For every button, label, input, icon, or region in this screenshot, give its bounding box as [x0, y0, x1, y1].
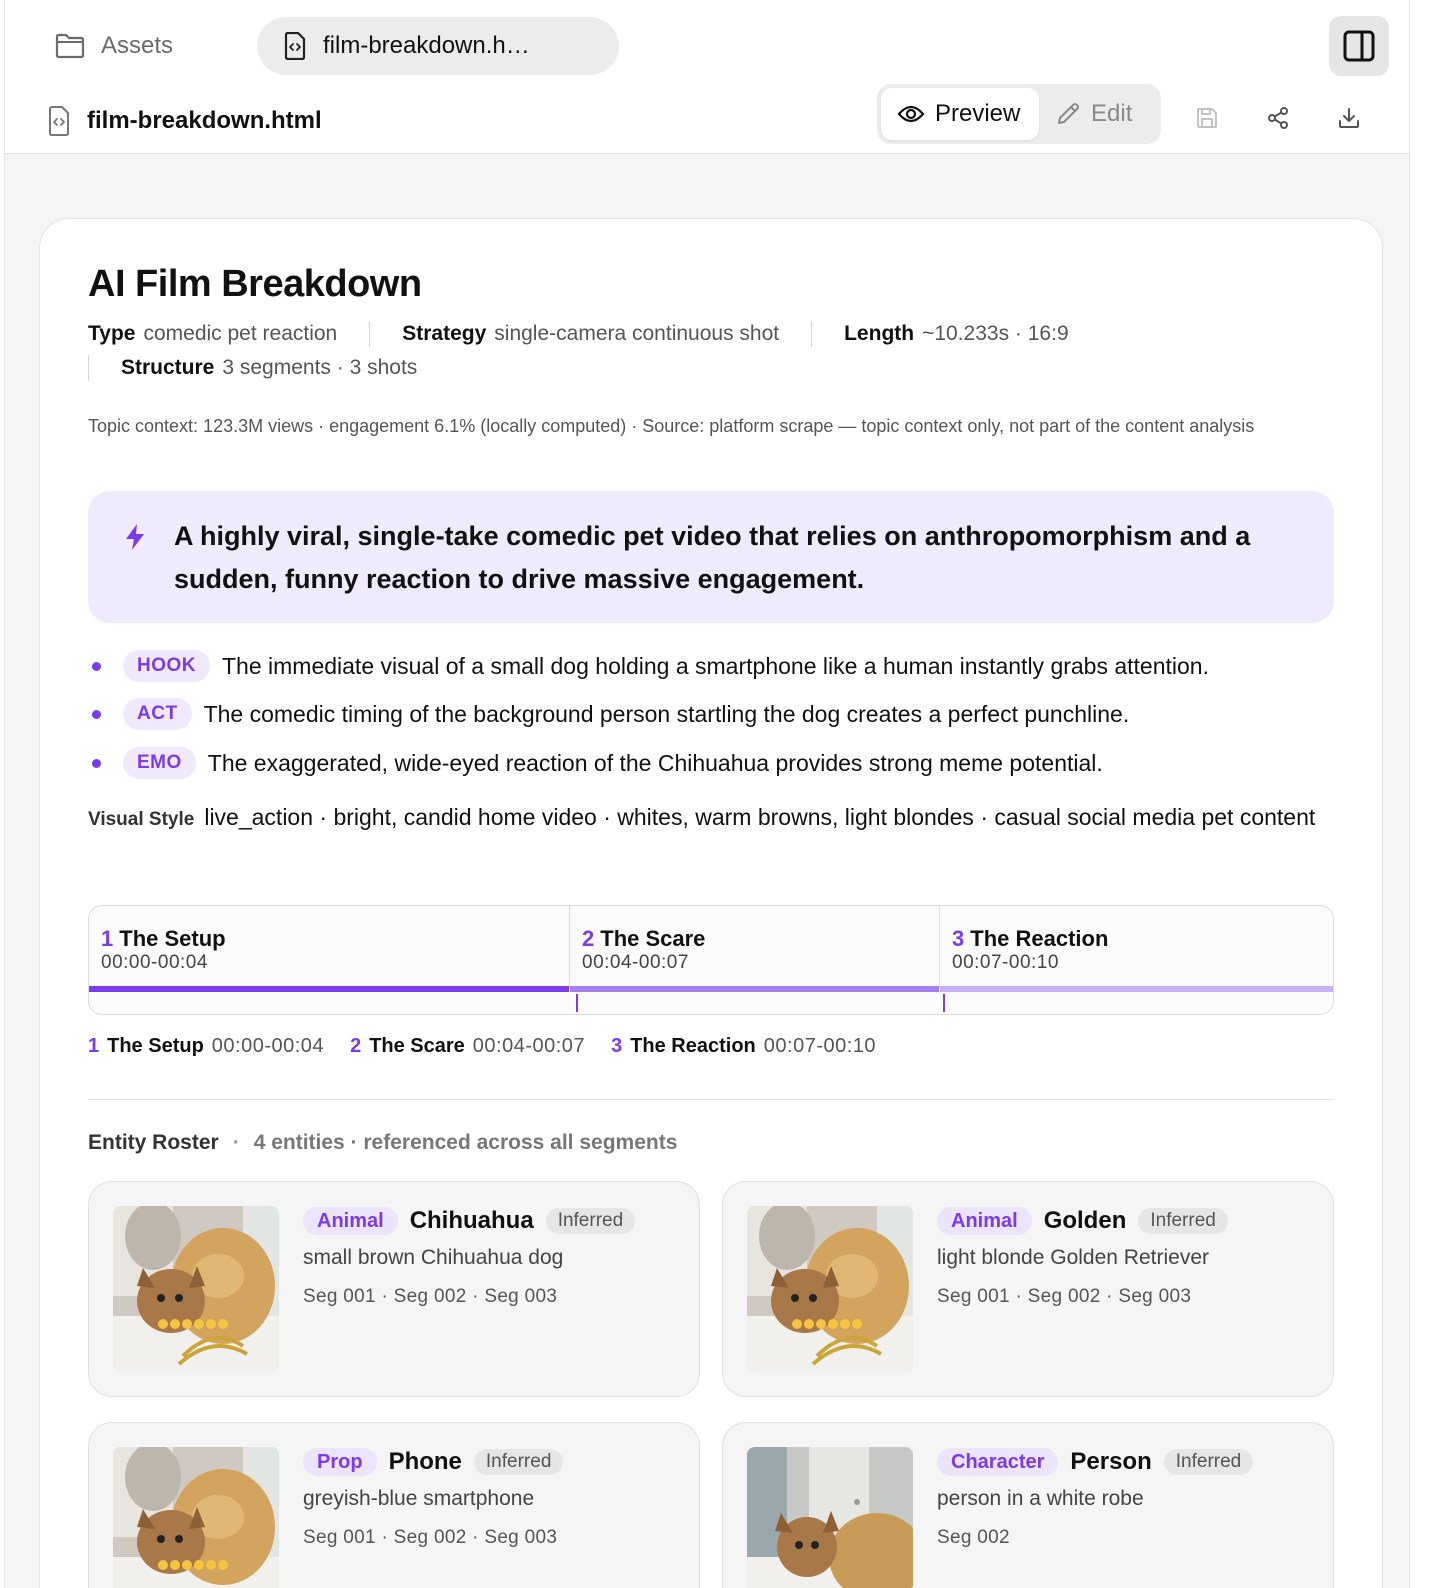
hook-tag: HOOK	[123, 650, 210, 682]
app-window: Assets film-breakdown.h… film-breakdown.…	[4, 0, 1410, 1588]
entity-status-badge: Inferred	[545, 1208, 636, 1234]
entity-thumbnail	[113, 1206, 279, 1372]
timeline-segment-2[interactable]: 2 The Scare 00:04-00:07	[570, 906, 939, 1014]
document-toolbar: film-breakdown.html Preview Edit	[5, 84, 1409, 154]
share-icon	[1268, 107, 1288, 129]
download-icon	[1339, 108, 1359, 128]
document-title: film-breakdown.html	[47, 98, 322, 144]
tab-file-label: film-breakdown.h…	[323, 32, 530, 59]
segment-timeline: 1 The Setup 00:00-00:04 2 The Scare 00:04-…	[88, 905, 1334, 1015]
bolt-icon	[126, 524, 144, 550]
entity-description: light blonde Golden Retriever	[937, 1246, 1209, 1269]
code-file-icon	[284, 32, 306, 60]
timeline-segment-3[interactable]: 3 The Reaction 00:07-00:10	[940, 906, 1333, 1014]
tab-assets[interactable]: Assets	[41, 18, 187, 74]
list-item: EMO The exaggerated, wide-eyed reaction …	[88, 746, 1103, 780]
code-file-icon	[49, 106, 69, 136]
meta-strategy: Strategy single-camera continuous shot	[402, 322, 780, 345]
report-card: AI Film Breakdown Type comedic pet reacti…	[39, 218, 1383, 1588]
entity-thumbnail	[113, 1447, 279, 1588]
entity-card-person[interactable]: Character Person Inferred person in a wh…	[722, 1422, 1334, 1588]
entity-segments: Seg 002	[937, 1527, 1010, 1548]
entity-card-chihuahua[interactable]: Animal Chihuahua Inferred small brown Ch…	[88, 1181, 700, 1397]
panel-toggle-icon	[1343, 30, 1375, 62]
document-filename: film-breakdown.html	[87, 107, 322, 134]
edit-button[interactable]: Edit	[1039, 88, 1148, 140]
list-item: ACT The comedic timing of the background…	[88, 697, 1129, 731]
insight-text: The exaggerated, wide-eyed reaction of t…	[207, 749, 1103, 776]
entity-status-badge: Inferred	[1163, 1449, 1254, 1475]
meta-structure: Structure 3 segments · 3 shots	[121, 356, 418, 379]
share-button[interactable]	[1258, 98, 1298, 138]
save-button[interactable]	[1187, 98, 1227, 138]
divider	[88, 1099, 1334, 1100]
report-title: AI Film Breakdown	[88, 263, 422, 305]
entity-type-badge: Animal	[303, 1207, 398, 1235]
preview-label: Preview	[935, 100, 1021, 127]
entity-status-badge: Inferred	[473, 1449, 564, 1475]
meta-type: Type comedic pet reaction	[88, 322, 338, 345]
summary-callout: A highly viral, single-take comedic pet …	[88, 491, 1334, 623]
panel-toggle-button[interactable]	[1329, 16, 1389, 76]
topic-context: Topic context: 123.3M views · engagement…	[88, 416, 1255, 436]
entity-type-badge: Animal	[937, 1207, 1032, 1235]
tab-assets-label: Assets	[101, 32, 174, 59]
desktop-background	[1411, 0, 1440, 1588]
download-button[interactable]	[1329, 98, 1369, 138]
visual-style-label: Visual Style	[88, 809, 195, 830]
entity-description: person in a white robe	[937, 1487, 1144, 1510]
legend-item: 2 The Scare 00:04-00:07	[350, 1034, 586, 1057]
entity-name: Chihuahua	[409, 1207, 534, 1234]
entity-type-badge: Prop	[303, 1448, 377, 1476]
summary-text: A highly viral, single-take comedic pet …	[174, 521, 1251, 594]
list-item: HOOK The immediate visual of a small dog…	[88, 649, 1209, 683]
emo-tag: EMO	[123, 747, 196, 779]
entity-roster-title: Entity Roster	[88, 1131, 219, 1154]
edit-label: Edit	[1091, 100, 1133, 127]
entity-status-badge: Inferred	[1138, 1208, 1228, 1234]
visual-style: Visual Style live_action · bright, candid…	[88, 799, 1334, 838]
entity-type-badge: Character	[937, 1448, 1059, 1476]
entity-card-phone[interactable]: Prop Phone Inferred greyish-blue smartph…	[88, 1422, 700, 1588]
meta-row-2: Structure 3 segments · 3 shots	[88, 355, 417, 381]
pencil-icon	[1058, 103, 1079, 124]
insight-text: The immediate visual of a small dog hold…	[222, 652, 1209, 679]
entity-description: greyish-blue smartphone	[303, 1487, 535, 1510]
eye-icon	[897, 105, 925, 123]
folder-icon	[55, 33, 85, 59]
insight-text: The comedic timing of the background per…	[203, 700, 1130, 727]
entity-roster-summary: 4 entities · referenced across all segme…	[253, 1131, 678, 1154]
entity-name: Golden	[1043, 1207, 1127, 1234]
entity-thumbnail	[747, 1447, 913, 1588]
segment-legend: 1 The Setup 00:00-00:04 2 The Scare 00:04-00…	[88, 1031, 902, 1061]
visual-style-value: live_action · bright, candid home video …	[204, 804, 1316, 830]
entity-description: small brown Chihuahua dog	[303, 1246, 564, 1269]
entity-card-golden[interactable]: Animal Golden Inferred light blonde Gold…	[722, 1181, 1334, 1397]
legend-item: 3 The Reaction 00:07-00:10	[611, 1034, 877, 1057]
act-tag: ACT	[123, 698, 192, 730]
legend-item: 1 The Setup 00:00-00:04	[88, 1034, 325, 1057]
meta-length: Length ~10.233s · 16:9	[844, 322, 1069, 345]
entity-thumbnail	[747, 1206, 913, 1372]
save-icon	[1197, 108, 1217, 128]
timeline-segment-1[interactable]: 1 The Setup 00:00-00:04	[89, 906, 569, 1014]
entity-name: Person	[1070, 1448, 1152, 1475]
entity-segments: Seg 001 · Seg 002 · Seg 003	[937, 1286, 1192, 1307]
tab-bar: Assets film-breakdown.h…	[5, 0, 1409, 90]
entity-segments: Seg 001 · Seg 002 · Seg 003	[303, 1286, 558, 1307]
entity-roster-header: Entity Roster · 4 entities · referenced ac…	[88, 1131, 678, 1154]
entity-name: Phone	[388, 1448, 462, 1475]
meta-row-1: Type comedic pet reaction Strategy single-…	[88, 321, 1069, 347]
preview-button[interactable]: Preview	[881, 88, 1039, 140]
entity-segments: Seg 001 · Seg 002 · Seg 003	[303, 1527, 558, 1548]
tab-film-breakdown[interactable]: film-breakdown.h…	[257, 17, 619, 75]
view-mode-toggle: Preview Edit	[877, 84, 1161, 144]
